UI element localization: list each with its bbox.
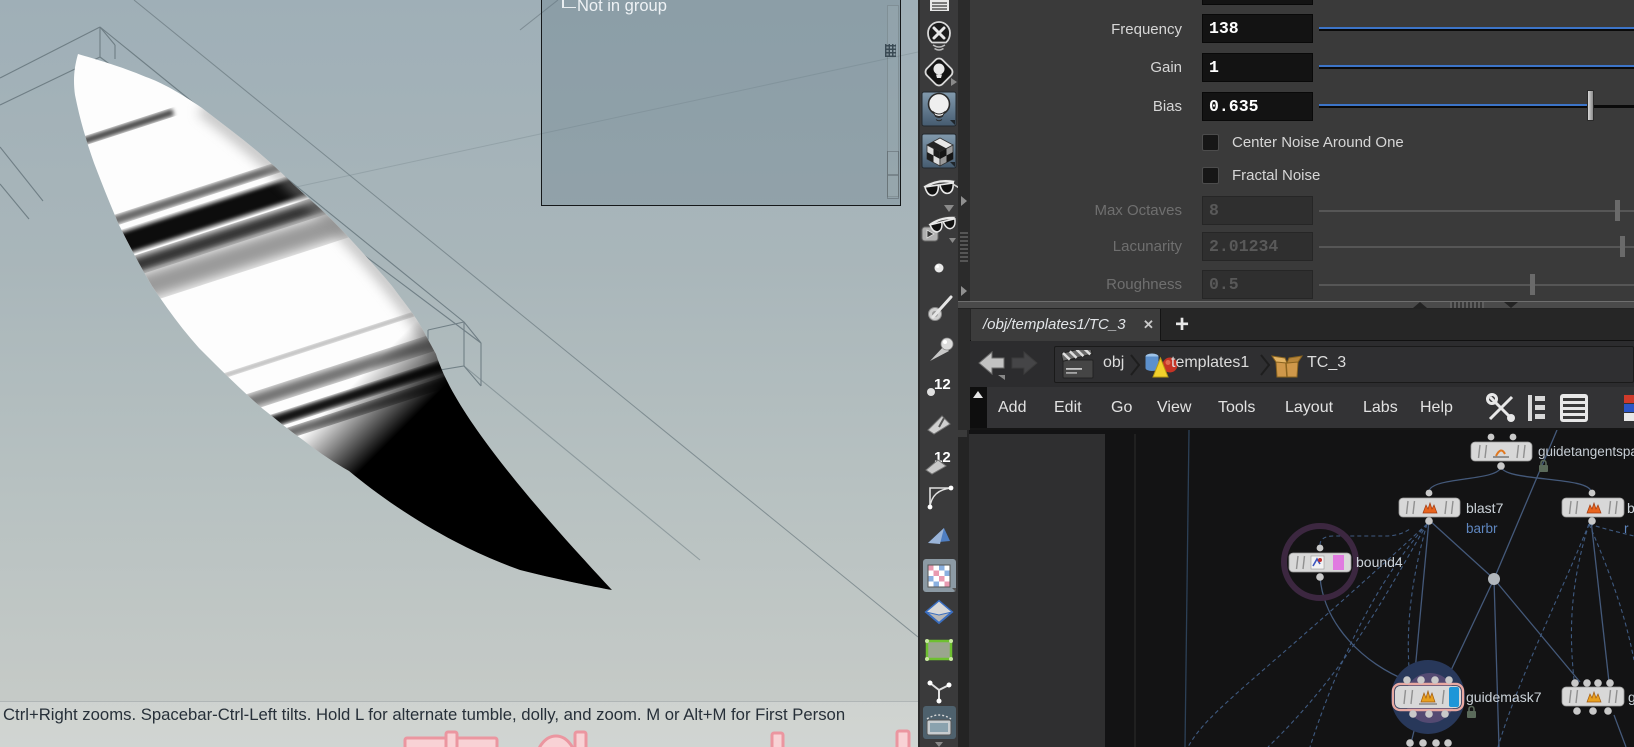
svg-text:barbr: barbr [1466,521,1498,536]
svg-text:bound4: bound4 [1356,554,1403,570]
svg-text:blast7: blast7 [1466,500,1504,516]
svg-text:guidetangentspa: guidetangentspa [1538,444,1634,459]
svg-text:guidemask7: guidemask7 [1466,689,1542,705]
svg-text:r: r [1624,521,1629,536]
svg-text:b: b [1627,500,1634,516]
svg-text:g: g [1628,689,1634,705]
svg-text:12: 12 [934,376,951,393]
